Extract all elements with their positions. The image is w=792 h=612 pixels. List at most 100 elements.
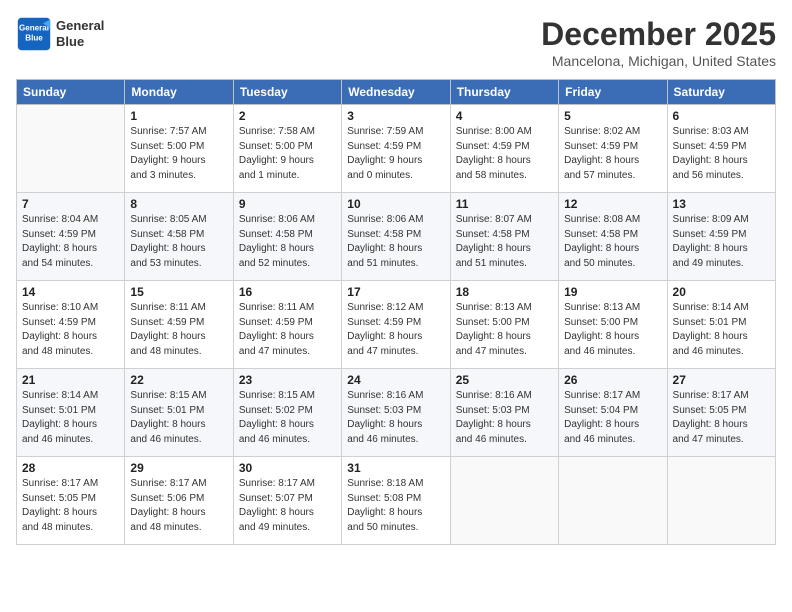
logo: General Blue General Blue [16,16,104,52]
calendar-cell [559,457,667,545]
calendar-cell: 25Sunrise: 8:16 AM Sunset: 5:03 PM Dayli… [450,369,558,457]
calendar-cell: 19 Sunrise: 8:13 AM Sunset: 5:00 PM Dayli… [559,281,667,369]
calendar-cell: 27 Sunrise: 8:17 AM Sunset: 5:05 PM Dayli… [667,369,775,457]
day-number: 21 [22,373,119,387]
day-number: 1 [130,109,227,123]
day-number: 23 [239,373,336,387]
calendar-cell: 4Sunrise: 8:00 AM Sunset: 4:59 PM Daylig… [450,105,558,193]
calendar-cell: 18 Sunrise: 8:13 AM Sunset: 5:00 PM Dayli… [450,281,558,369]
day-number: 2 [239,109,336,123]
weekday-header-wednesday: Wednesday [342,80,450,105]
svg-text:Blue: Blue [25,33,43,42]
calendar-cell: 7 Sunrise: 8:04 AM Sunset: 4:59 PM Daylig… [17,193,125,281]
day-number: 27 [673,373,770,387]
day-number: 5 [564,109,661,123]
day-number: 15 [130,285,227,299]
day-number: 8 [130,197,227,211]
calendar-cell: 12Sunrise: 8:08 AM Sunset: 4:58 PM Dayli… [559,193,667,281]
weekday-header-sunday: Sunday [17,80,125,105]
day-info: Sunrise: 8:17 AM Sunset: 5:04 PM Dayligh… [564,389,661,447]
day-number: 24 [347,373,444,387]
day-number: 4 [456,109,553,123]
day-info: Sunrise: 8:05 AM Sunset: 4:58 PM Dayligh… [130,213,227,271]
calendar-table: SundayMondayTuesdayWednesdayThursdayFrid… [16,79,776,545]
calendar-cell: 23 Sunrise: 8:15 AM Sunset: 5:02 PM Dayli… [233,369,341,457]
calendar-cell: 26 Sunrise: 8:17 AM Sunset: 5:04 PM Dayli… [559,369,667,457]
day-info: Sunrise: 8:13 AM Sunset: 5:00 PM Dayligh… [456,301,553,359]
logo-text: General Blue [56,18,104,49]
weekday-header-monday: Monday [125,80,233,105]
day-info: Sunrise: 8:15 AM Sunset: 5:02 PM Dayligh… [239,389,336,447]
weekday-header-thursday: Thursday [450,80,558,105]
day-info: Sunrise: 7:58 AM Sunset: 5:00 PM Dayligh… [239,125,336,183]
calendar-cell: 29Sunrise: 8:17 AM Sunset: 5:06 PM Dayli… [125,457,233,545]
day-number: 10 [347,197,444,211]
day-info: Sunrise: 7:57 AM Sunset: 5:00 PM Dayligh… [130,125,227,183]
calendar-cell: 8 Sunrise: 8:05 AM Sunset: 4:58 PM Daylig… [125,193,233,281]
day-number: 3 [347,109,444,123]
day-info: Sunrise: 8:06 AM Sunset: 4:58 PM Dayligh… [347,213,444,271]
week-row-4: 21 Sunrise: 8:14 AM Sunset: 5:01 PM Dayli… [17,369,776,457]
svg-text:General: General [19,23,49,32]
calendar-cell: 11 Sunrise: 8:07 AM Sunset: 4:58 PM Dayli… [450,193,558,281]
day-number: 31 [347,461,444,475]
calendar-cell: 24 Sunrise: 8:16 AM Sunset: 5:03 PM Dayli… [342,369,450,457]
title-block: December 2025 Mancelona, Michigan, Unite… [541,16,776,69]
day-info: Sunrise: 8:15 AM Sunset: 5:01 PM Dayligh… [130,389,227,447]
day-info: Sunrise: 8:03 AM Sunset: 4:59 PM Dayligh… [673,125,770,183]
calendar-cell: 3 Sunrise: 7:59 AM Sunset: 4:59 PM Daylig… [342,105,450,193]
day-info: Sunrise: 8:10 AM Sunset: 4:59 PM Dayligh… [22,301,119,359]
week-row-2: 7 Sunrise: 8:04 AM Sunset: 4:59 PM Daylig… [17,193,776,281]
day-number: 26 [564,373,661,387]
day-info: Sunrise: 8:16 AM Sunset: 5:03 PM Dayligh… [347,389,444,447]
day-info: Sunrise: 8:14 AM Sunset: 5:01 PM Dayligh… [22,389,119,447]
day-info: Sunrise: 8:12 AM Sunset: 4:59 PM Dayligh… [347,301,444,359]
day-number: 25 [456,373,553,387]
day-number: 16 [239,285,336,299]
day-number: 17 [347,285,444,299]
day-number: 6 [673,109,770,123]
day-info: Sunrise: 8:11 AM Sunset: 4:59 PM Dayligh… [239,301,336,359]
calendar-cell: 6 Sunrise: 8:03 AM Sunset: 4:59 PM Daylig… [667,105,775,193]
calendar-cell: 30Sunrise: 8:17 AM Sunset: 5:07 PM Dayli… [233,457,341,545]
day-info: Sunrise: 7:59 AM Sunset: 4:59 PM Dayligh… [347,125,444,183]
calendar-cell: 5 Sunrise: 8:02 AM Sunset: 4:59 PM Daylig… [559,105,667,193]
day-number: 14 [22,285,119,299]
weekday-header-row: SundayMondayTuesdayWednesdayThursdayFrid… [17,80,776,105]
day-info: Sunrise: 8:07 AM Sunset: 4:58 PM Dayligh… [456,213,553,271]
calendar-cell: 21 Sunrise: 8:14 AM Sunset: 5:01 PM Dayli… [17,369,125,457]
day-number: 20 [673,285,770,299]
location: Mancelona, Michigan, United States [541,53,776,69]
day-number: 28 [22,461,119,475]
logo-icon: General Blue [16,16,52,52]
day-info: Sunrise: 8:04 AM Sunset: 4:59 PM Dayligh… [22,213,119,271]
day-info: Sunrise: 8:18 AM Sunset: 5:08 PM Dayligh… [347,477,444,535]
month-title: December 2025 [541,16,776,53]
day-number: 29 [130,461,227,475]
day-number: 9 [239,197,336,211]
calendar-cell: 2 Sunrise: 7:58 AM Sunset: 5:00 PM Daylig… [233,105,341,193]
day-info: Sunrise: 8:17 AM Sunset: 5:07 PM Dayligh… [239,477,336,535]
calendar-cell: 22Sunrise: 8:15 AM Sunset: 5:01 PM Dayli… [125,369,233,457]
calendar-cell: 10 Sunrise: 8:06 AM Sunset: 4:58 PM Dayli… [342,193,450,281]
calendar-cell: 1 Sunrise: 7:57 AM Sunset: 5:00 PM Daylig… [125,105,233,193]
day-info: Sunrise: 8:02 AM Sunset: 4:59 PM Dayligh… [564,125,661,183]
weekday-header-friday: Friday [559,80,667,105]
day-info: Sunrise: 8:17 AM Sunset: 5:05 PM Dayligh… [673,389,770,447]
calendar-cell: 15 Sunrise: 8:11 AM Sunset: 4:59 PM Dayli… [125,281,233,369]
calendar-cell [17,105,125,193]
day-info: Sunrise: 8:17 AM Sunset: 5:05 PM Dayligh… [22,477,119,535]
day-number: 19 [564,285,661,299]
day-info: Sunrise: 8:06 AM Sunset: 4:58 PM Dayligh… [239,213,336,271]
day-info: Sunrise: 8:13 AM Sunset: 5:00 PM Dayligh… [564,301,661,359]
day-number: 13 [673,197,770,211]
calendar-cell: 31 Sunrise: 8:18 AM Sunset: 5:08 PM Dayli… [342,457,450,545]
day-number: 7 [22,197,119,211]
weekday-header-tuesday: Tuesday [233,80,341,105]
day-number: 18 [456,285,553,299]
day-number: 11 [456,197,553,211]
week-row-3: 14 Sunrise: 8:10 AM Sunset: 4:59 PM Dayli… [17,281,776,369]
day-info: Sunrise: 8:11 AM Sunset: 4:59 PM Dayligh… [130,301,227,359]
weekday-header-saturday: Saturday [667,80,775,105]
day-number: 12 [564,197,661,211]
